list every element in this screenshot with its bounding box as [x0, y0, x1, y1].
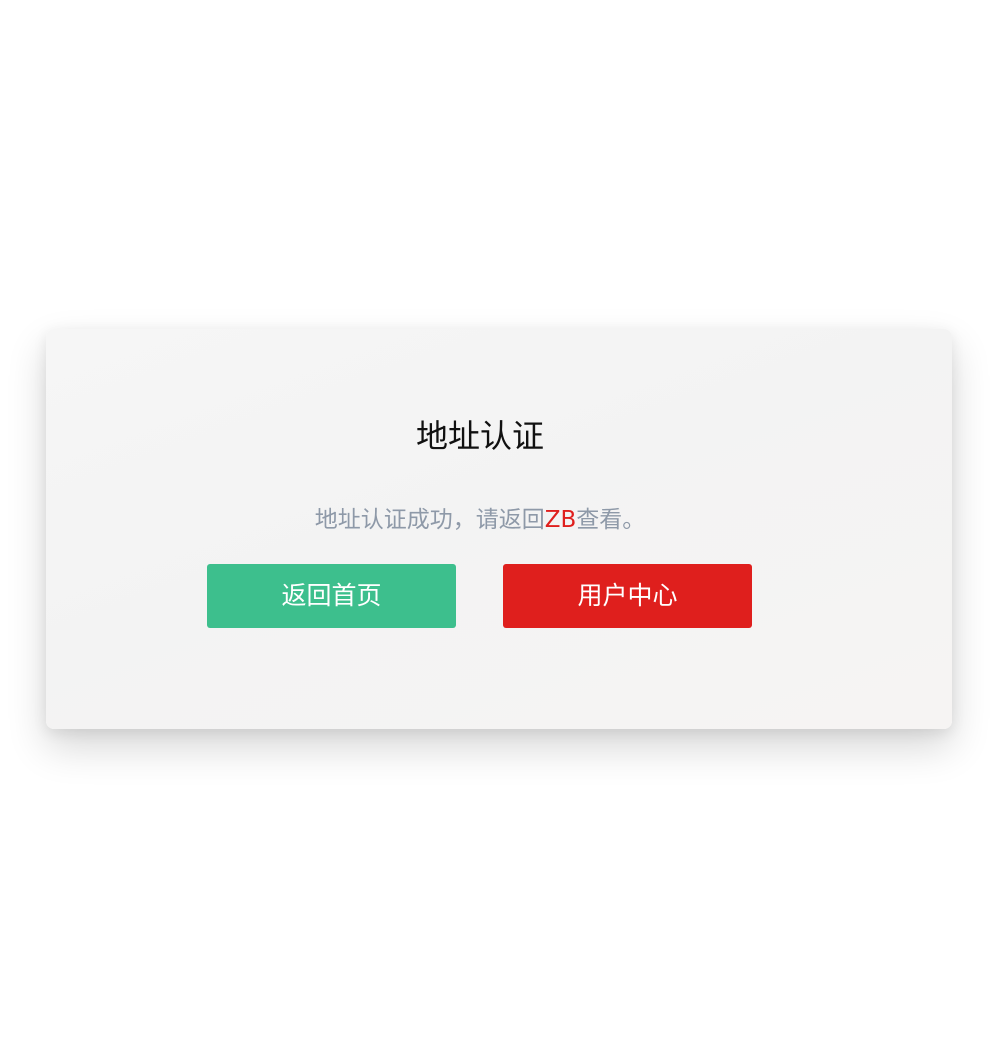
address-verification-card: 地址认证 地址认证成功，请返回ZB查看。 返回首页 用户中心: [46, 329, 952, 729]
message-prefix: 地址认证成功，请返回: [314, 507, 545, 533]
success-message: 地址认证成功，请返回ZB查看。: [46, 503, 914, 537]
message-suffix: 查看。: [576, 507, 646, 533]
card-title: 地址认证: [415, 417, 544, 455]
message-highlight: ZB: [544, 507, 577, 533]
back-to-home-button[interactable]: 返回首页: [207, 564, 456, 628]
user-center-button[interactable]: 用户中心: [503, 564, 752, 628]
